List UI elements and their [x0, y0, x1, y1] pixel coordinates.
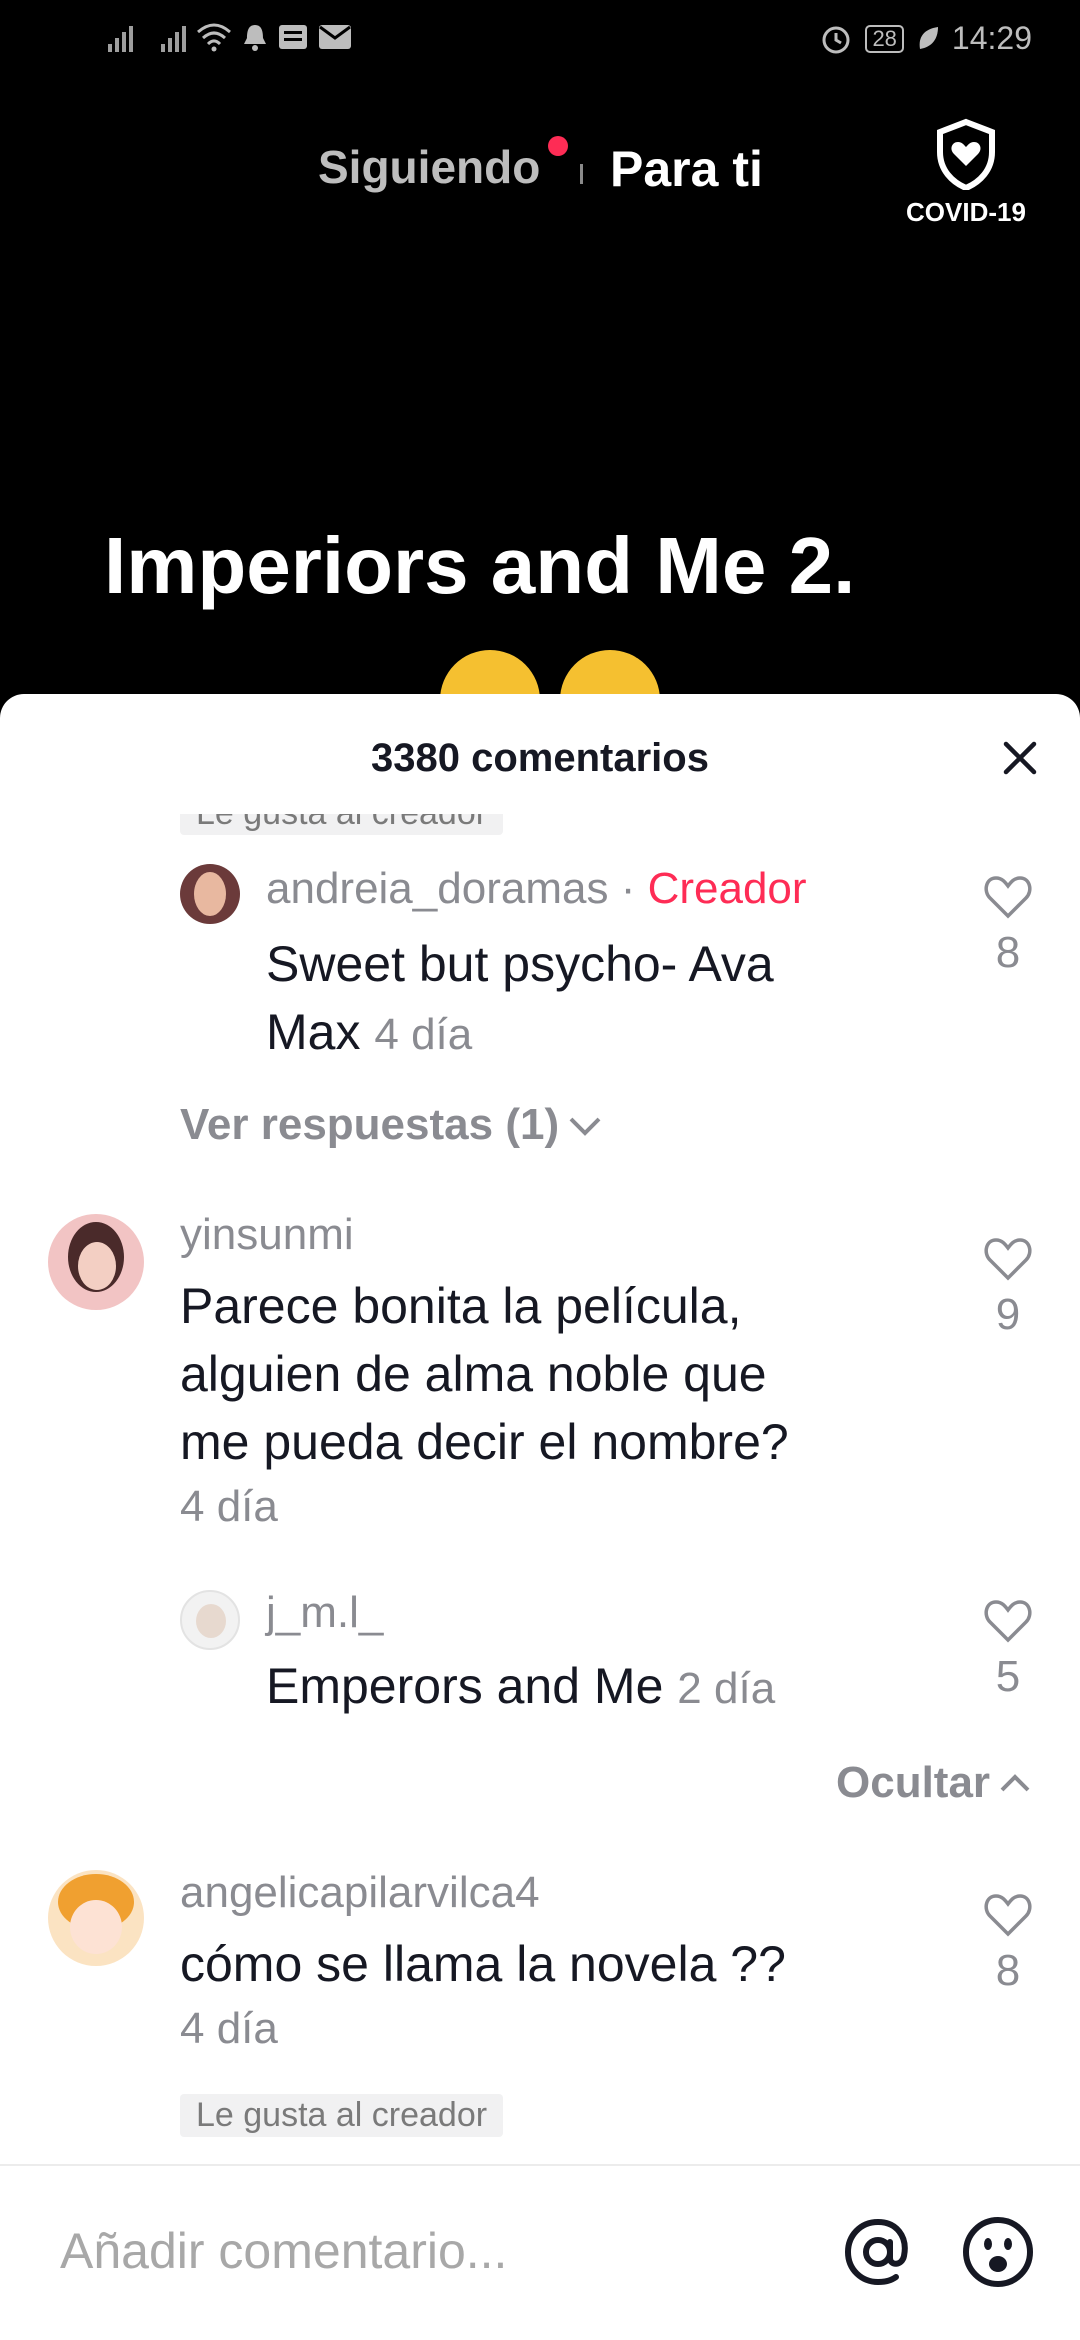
separator-dot: · — [620, 864, 636, 913]
alarm-icon — [822, 26, 850, 53]
creator-badge: Creador — [647, 864, 807, 913]
shield-heart-icon — [937, 118, 995, 192]
comment-input-bar: Añadir comentario... — [0, 2164, 1080, 2340]
mention-icon[interactable] — [838, 2212, 918, 2292]
signal-icon — [161, 22, 186, 52]
hide-replies-button[interactable]: Ocultar — [836, 1758, 1032, 1808]
comment-username[interactable]: yinsunmi — [180, 1210, 354, 1260]
battery-icon: 28 — [865, 24, 904, 53]
view-replies-button[interactable]: Ver respuestas (1) — [180, 1100, 603, 1150]
like-button[interactable]: 8 — [978, 872, 1038, 978]
status-icons-left — [108, 22, 352, 52]
comments-count-title: 3380 comentarios — [371, 736, 709, 780]
chevron-up-icon — [1000, 1774, 1030, 1792]
comment-text-line: Max — [266, 1004, 361, 1060]
tab-for-you[interactable]: Para ti — [610, 140, 763, 198]
comment-text: cómo se llama la novela ?? — [180, 1936, 786, 1992]
heart-icon — [984, 1600, 1032, 1643]
wifi-icon — [197, 23, 231, 52]
emoji-icon[interactable] — [958, 2212, 1038, 2292]
like-button[interactable]: 8 — [978, 1890, 1038, 1996]
like-count: 8 — [995, 928, 1021, 977]
comment-time: 4 día — [374, 1010, 473, 1059]
signal-icon — [108, 22, 133, 52]
comments-list[interactable]: Le gusta al creador andreia_doramas · Cr… — [0, 814, 1080, 1860]
message-icon — [279, 25, 307, 49]
comment-username[interactable]: andreia_doramas · Creador — [266, 864, 807, 914]
comment-time: 4 día — [180, 2004, 278, 2053]
liked-by-creator-tag: Le gusta al creador — [180, 2094, 504, 2137]
comment-username[interactable]: j_m.l_ — [266, 1588, 383, 1638]
comments-sheet: 3380 comentarios Le gusta al creador and… — [0, 694, 1080, 2340]
comment-username[interactable]: angelicapilarvilca4 — [180, 1868, 540, 1918]
like-count: 9 — [995, 1290, 1021, 1339]
status-icons-right: 28 14:29 — [819, 20, 1032, 57]
covid-label: COVID-19 — [906, 197, 1026, 227]
bell-icon — [244, 25, 266, 51]
comment-text-line: Sweet but psycho- Ava — [266, 936, 774, 992]
username-text[interactable]: andreia_doramas — [266, 864, 608, 913]
avatar[interactable] — [48, 1214, 144, 1310]
comment-text-line: me pueda decir el nombre? — [180, 1414, 789, 1470]
like-count: 5 — [995, 1652, 1021, 1701]
comment-input[interactable]: Añadir comentario... — [60, 2222, 507, 2280]
comment-text: Emperors and Me 2 día — [266, 1652, 946, 1723]
video-caption: Imperiors and Me 2. — [104, 521, 856, 610]
clock: 14:29 — [951, 20, 1032, 56]
liked-by-creator-tag: Le gusta al creador — [180, 814, 504, 835]
view-replies-label: Ver respuestas (1) — [180, 1100, 560, 1149]
avatar[interactable] — [48, 1870, 144, 1966]
close-icon[interactable] — [1000, 738, 1040, 778]
comment-text: Parece bonita la película, alguien de al… — [180, 1272, 940, 1476]
status-bar: 28 14:29 — [0, 0, 1080, 86]
notification-dot — [548, 136, 568, 156]
comment-text-line: Parece bonita la película, — [180, 1278, 742, 1334]
comment-text-line: Emperors and Me — [266, 1658, 664, 1714]
comment-time: 2 día — [677, 1664, 776, 1713]
covid-button[interactable]: COVID-19 — [896, 118, 1036, 228]
like-button[interactable]: 9 — [978, 1234, 1038, 1340]
comment-time: 4 día — [180, 1482, 278, 1531]
avatar[interactable] — [180, 1590, 240, 1650]
heart-icon — [984, 876, 1032, 919]
leaf-icon — [919, 26, 938, 49]
tab-separator — [580, 164, 583, 184]
like-count: 8 — [995, 1946, 1021, 1995]
comment-text: Sweet but psycho- Ava Max 4 día — [266, 930, 946, 1069]
heart-icon — [984, 1238, 1032, 1281]
hide-replies-label: Ocultar — [836, 1758, 991, 1807]
comments-header: 3380 comentarios — [0, 694, 1080, 824]
avatar[interactable] — [180, 864, 240, 924]
tab-following[interactable]: Siguiendo — [318, 140, 540, 194]
like-button[interactable]: 5 — [978, 1596, 1038, 1702]
chevron-down-icon — [569, 1117, 601, 1136]
comment-text-line: alguien de alma noble que — [180, 1346, 767, 1402]
mail-icon — [319, 25, 351, 49]
heart-icon — [984, 1894, 1032, 1937]
